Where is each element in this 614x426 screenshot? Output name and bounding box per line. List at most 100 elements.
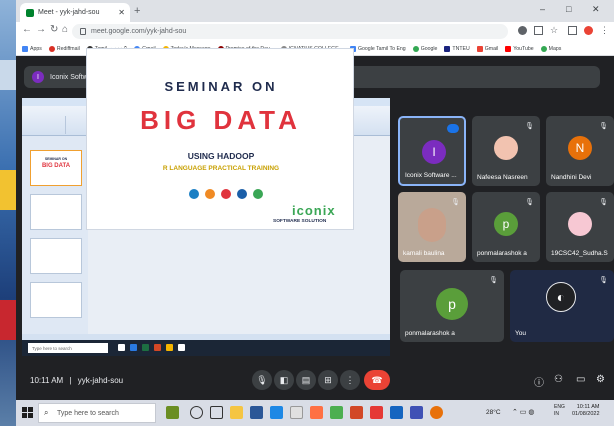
slide-thumbnail[interactable]: [30, 194, 82, 230]
slide-dot: [237, 189, 247, 199]
reload-icon[interactable]: ↻: [50, 24, 58, 35]
network-icon[interactable]: ⌃ ▭ ◍: [512, 408, 534, 416]
app-icon[interactable]: [310, 406, 323, 419]
participant-name: Iconix Software ...: [405, 172, 457, 179]
tab-search-icon[interactable]: [568, 26, 577, 35]
powerpoint-icon[interactable]: [350, 406, 363, 419]
participant-tile[interactable]: 🎙 Nafeesa Nasreen: [472, 116, 540, 186]
meeting-code: yyk-jahd-sou: [77, 376, 124, 385]
microphone-toggle[interactable]: 🎙: [252, 370, 272, 390]
leave-call-button[interactable]: ☎: [364, 370, 390, 390]
captions-button[interactable]: ▤: [296, 370, 316, 390]
app-icon[interactable]: [410, 406, 423, 419]
forward-icon[interactable]: →: [36, 24, 46, 35]
present-screen-icon: ◐: [546, 282, 576, 312]
participant-tile[interactable]: 🎙 kamali baulina: [398, 192, 466, 262]
bookmark-google-tamil[interactable]: Google Tamil To Eng: [350, 45, 406, 52]
participant-tile[interactable]: N 🎙 Nandhini Devi: [546, 116, 614, 186]
app-icon[interactable]: [270, 406, 283, 419]
camera-icon: ◧: [279, 374, 289, 385]
google-icon: [412, 45, 419, 52]
bookmark-rediffmail[interactable]: Rediffmail: [48, 45, 80, 52]
close-tab-icon[interactable]: ✕: [118, 8, 125, 17]
back-icon[interactable]: ←: [22, 24, 32, 35]
meeting-details-icon[interactable]: ⓘ: [534, 374, 544, 389]
microphone-icon: 🎙: [256, 374, 268, 385]
thumb-line: SEMINAR ON: [44, 157, 68, 161]
app-icon[interactable]: [390, 406, 403, 419]
bookmark-apps[interactable]: Apps: [22, 45, 42, 52]
taskbar-search-box[interactable]: Type here to search: [38, 403, 156, 423]
app-icon[interactable]: [290, 406, 303, 419]
new-tab-button[interactable]: +: [134, 5, 140, 17]
present-icon: ⊞: [324, 374, 332, 385]
weather-temperature[interactable]: 28°C: [486, 409, 501, 416]
slide-thumbnail[interactable]: [30, 282, 82, 318]
minimize-icon[interactable]: –: [540, 4, 545, 14]
participant-name: kamali baulina: [403, 250, 445, 257]
system-clock[interactable]: 10:11 AM 01/08/2022: [572, 404, 600, 418]
task-view-icon[interactable]: [210, 406, 223, 419]
participant-tile[interactable]: p 🎙 ponmalarashok a: [400, 270, 504, 342]
participant-name: ponmalarashok a: [477, 250, 527, 257]
app-icon[interactable]: [330, 406, 343, 419]
chat-icon[interactable]: ▭: [576, 374, 585, 385]
participant-name: 19CSC42_Sudha.S: [551, 250, 608, 257]
screen: Meet - yyk-jahd-sou ✕ + – □ ✕ ← → ↻ ⌂ me…: [0, 0, 614, 426]
taskbar-app-icon: [142, 344, 149, 351]
widgets-icon[interactable]: [166, 406, 179, 419]
word-icon[interactable]: [250, 406, 263, 419]
star-icon[interactable]: ☆: [550, 26, 559, 35]
self-view-tile[interactable]: ◐ 🎙 You: [510, 270, 614, 342]
bookmark-label: Gmail: [484, 45, 499, 52]
bookmark-maps[interactable]: Maps: [540, 45, 561, 52]
bookmark-youtube[interactable]: YouTube: [505, 45, 534, 52]
language-indicator[interactable]: ENG IN: [554, 404, 565, 418]
menu-icon[interactable]: ⋮: [600, 26, 609, 35]
cortana-icon[interactable]: [190, 406, 203, 419]
lock-icon: [80, 28, 86, 35]
slide-thumbnail[interactable]: [30, 238, 82, 274]
bookmark-tnteu[interactable]: TNTEU: [444, 45, 470, 52]
participant-tile[interactable]: p 🎙 ponmalarashok a: [472, 192, 540, 262]
bookmark-label: YouTube: [513, 45, 534, 52]
bookmark-label: Rediffmail: [56, 45, 80, 52]
windows-start-icon[interactable]: [22, 406, 34, 418]
tab-meet[interactable]: Meet - yyk-jahd-sou ✕: [20, 3, 130, 22]
slide-thumbnail[interactable]: SEMINAR ON BIG DATA: [30, 150, 82, 186]
participant-tile[interactable]: 🎙 19CSC42_Sudha.S: [546, 192, 614, 262]
background-photo-strip: [0, 0, 16, 426]
file-explorer-icon[interactable]: [230, 406, 243, 419]
hang-up-icon: ☎: [371, 374, 383, 385]
close-window-icon[interactable]: ✕: [592, 4, 600, 15]
camera-toggle[interactable]: ◧: [274, 370, 294, 390]
clock-time: 10:11 AM: [576, 404, 600, 410]
extension-icon[interactable]: [584, 26, 593, 35]
participant-name: Nafeesa Nasreen: [477, 174, 528, 181]
share-icon[interactable]: [534, 26, 543, 35]
slide-thumbnails: SEMINAR ON BIG DATA: [22, 136, 88, 334]
maximize-icon[interactable]: □: [566, 4, 571, 14]
participant-video: [418, 208, 446, 242]
home-icon[interactable]: ⌂: [62, 24, 68, 35]
more-options-button[interactable]: ⋮: [340, 370, 360, 390]
present-button[interactable]: ⊞: [318, 370, 338, 390]
url-field[interactable]: meet.google.com/yyk-jahd-sou: [72, 24, 508, 39]
bookmark-google[interactable]: Google: [412, 45, 437, 52]
slide-tagline: R LANGUAGE PRACTICAL TRAINING: [162, 165, 280, 172]
chrome-icon[interactable]: [430, 406, 443, 419]
participant-tile[interactable]: I Iconix Software ...: [398, 116, 466, 186]
taskbar-app-icon: [154, 344, 161, 351]
region-code: IN: [554, 411, 559, 417]
bookmark-gmail-2[interactable]: Gmail: [476, 45, 499, 52]
camera-indicator-icon[interactable]: [518, 26, 527, 35]
people-icon[interactable]: ⚇: [554, 374, 563, 385]
speaking-indicator-icon: [447, 124, 459, 133]
slide-subtitle: USING HADOOP: [187, 151, 255, 161]
pdf-icon[interactable]: [370, 406, 383, 419]
gmail-icon: [476, 45, 483, 52]
slide-dot: [253, 189, 263, 199]
activities-icon[interactable]: ⚙: [596, 374, 605, 385]
slide-dot: [189, 189, 199, 199]
youtube-icon: [505, 45, 512, 52]
